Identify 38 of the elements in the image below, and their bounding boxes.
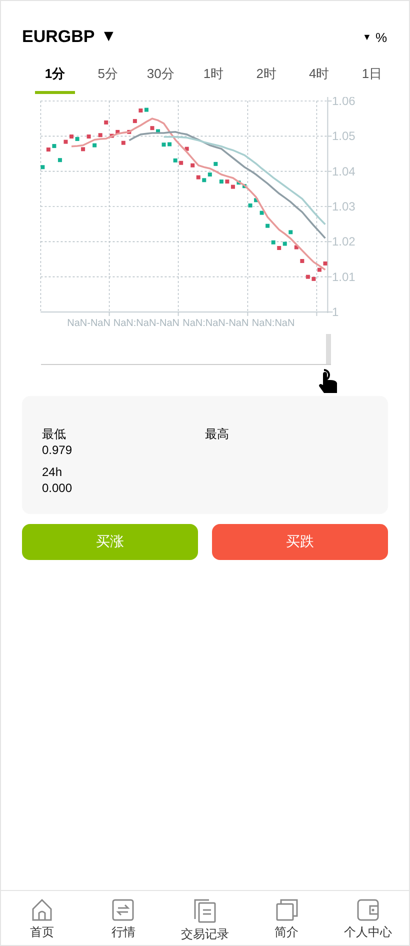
x-tick-label: NaN:NaN [252, 318, 295, 329]
hand-pointer-icon [316, 368, 340, 394]
dropdown-caret[interactable]: ▼ [362, 32, 372, 42]
wallet-icon [357, 899, 380, 921]
nav-item[interactable]: 个人中心 [327, 891, 409, 945]
dropdown-caret[interactable]: ▼ [100, 28, 117, 46]
stat-label: 24h [42, 464, 64, 480]
nav-item[interactable]: 行情 [82, 891, 164, 945]
interval-tab[interactable]: 1日 [352, 61, 392, 94]
y-tick-label: 1 [332, 305, 339, 319]
x-tick-label: NaN:NaN-NaN [113, 318, 180, 329]
nav-item[interactable]: 首页 [1, 891, 83, 945]
y-tick-label: 1.03 [332, 200, 356, 214]
interval-tab[interactable]: 5分 [88, 61, 128, 94]
y-tick-label: 1.04 [332, 164, 356, 178]
nav-item[interactable]: 交易记录 [164, 891, 246, 945]
x-tick-label: NaN-NaN [67, 318, 110, 329]
swap-icon [112, 899, 134, 921]
unit-label[interactable]: % [375, 30, 387, 44]
y-tick-label: 1.05 [332, 129, 356, 144]
stat-label: 最低 [42, 426, 67, 442]
stat-value: 0.979 [42, 442, 74, 458]
interval-tab[interactable]: 4时 [299, 61, 340, 94]
nav-item[interactable]: 简介 [246, 891, 328, 945]
documents-icon [194, 899, 216, 923]
symbol-title[interactable]: EURGBP [22, 27, 95, 47]
interval-tab[interactable]: 2时 [246, 61, 286, 94]
interval-tab[interactable]: 30分 [140, 61, 181, 94]
squares-icon [276, 899, 298, 921]
y-tick-label: 1.02 [332, 234, 356, 249]
stat-label: 最高 [205, 426, 230, 442]
home-icon [32, 899, 52, 921]
interval-tab[interactable]: 1分 [35, 61, 75, 94]
x-tick-label: NaN:NaN-NaN [182, 318, 249, 329]
interval-tab[interactable]: 1时 [193, 61, 234, 94]
stat-value: 0.000 [42, 480, 74, 496]
y-tick-label: 1.01 [332, 270, 356, 284]
scroll-handle[interactable] [326, 334, 331, 364]
